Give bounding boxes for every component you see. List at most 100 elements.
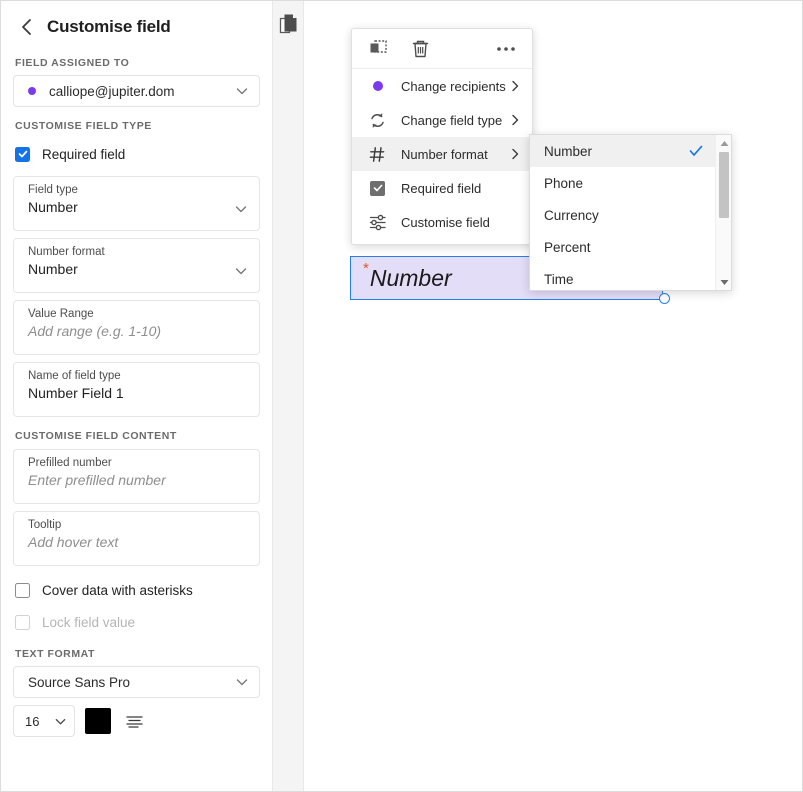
tooltip-control[interactable]: Tooltip Add hover text [13, 511, 260, 566]
lock-field-value-checkbox [15, 615, 30, 630]
text-format-label: TEXT FORMAT [1, 648, 272, 660]
submenu-option-label: Percent [544, 240, 703, 255]
chevron-left-icon [20, 18, 33, 36]
recipient-dot-icon [28, 87, 36, 95]
submenu-option-label: Number [544, 144, 689, 159]
menu-item-label: Required field [401, 181, 521, 196]
submenu-option-percent[interactable]: Percent [530, 231, 715, 263]
menu-item-change-field-type[interactable]: Change field type [352, 103, 532, 137]
menu-item-label: Change field type [401, 113, 509, 128]
field-resize-handle[interactable] [659, 293, 670, 304]
trash-icon [411, 39, 430, 59]
field-type-value: Number [28, 199, 247, 215]
back-button[interactable] [15, 16, 37, 38]
chevron-down-icon[interactable] [234, 202, 248, 216]
sliders-icon [368, 213, 387, 232]
number-format-value: Number [28, 261, 247, 277]
recipient-dot-icon [368, 77, 387, 96]
cover-asterisks-checkbox[interactable] [15, 583, 30, 598]
cover-asterisks-label: Cover data with asterisks [42, 583, 193, 598]
page-title: Customise field [47, 17, 171, 37]
menu-item-change-recipients[interactable]: Change recipients [352, 69, 532, 103]
number-format-control[interactable]: Number format Number [13, 238, 260, 293]
menu-item-customise-field[interactable]: Customise field [352, 205, 532, 239]
duplicate-field-button[interactable] [368, 39, 388, 59]
scroll-down-button[interactable] [716, 275, 732, 289]
check-icon [18, 149, 28, 159]
refresh-icon [368, 111, 387, 130]
submenu-option-label: Currency [544, 208, 703, 223]
number-format-submenu: Number Phone Currency Percent Time [529, 134, 732, 291]
number-format-option-list: Number Phone Currency Percent Time [530, 135, 715, 290]
document-canvas[interactable]: * Number [304, 1, 803, 791]
value-range-label: Value Range [28, 308, 247, 320]
value-range-input[interactable]: Add range (e.g. 1-10) [28, 323, 247, 339]
cover-asterisks-row[interactable]: Cover data with asterisks [1, 575, 272, 605]
number-field-placeholder-text: Number [370, 265, 452, 292]
submenu-option-label: Phone [544, 176, 703, 191]
chevron-down-icon [235, 84, 249, 98]
submenu-option-phone[interactable]: Phone [530, 167, 715, 199]
customise-field-sidebar: Customise field FIELD ASSIGNED TO callio… [1, 1, 273, 791]
name-of-field-type-control[interactable]: Name of field type Number Field 1 [13, 362, 260, 417]
required-field-checkbox-row[interactable]: Required field [1, 139, 272, 169]
lock-field-value-label: Lock field value [42, 615, 135, 630]
font-size-dropdown[interactable]: 16 [13, 705, 75, 737]
menu-item-label: Customise field [401, 215, 521, 230]
menu-item-required-field[interactable]: Required field [352, 171, 532, 205]
submenu-option-time[interactable]: Time [530, 263, 715, 290]
assignee-value: calliope@jupiter.dom [49, 84, 235, 99]
context-menu-toolbar [352, 29, 532, 69]
number-format-label: Number format [28, 246, 247, 258]
prefilled-number-control[interactable]: Prefilled number Enter prefilled number [13, 449, 260, 504]
required-field-label: Required field [42, 147, 125, 162]
checkbox-checked-icon [368, 179, 387, 198]
menu-item-label: Number format [401, 147, 509, 162]
duplicate-pages-button[interactable] [279, 13, 299, 35]
check-icon [373, 183, 383, 193]
customise-field-type-label: CUSTOMISE FIELD TYPE [1, 120, 272, 132]
prefilled-number-input[interactable]: Enter prefilled number [28, 472, 247, 488]
value-range-control[interactable]: Value Range Add range (e.g. 1-10) [13, 300, 260, 355]
text-align-button[interactable] [121, 708, 147, 734]
menu-item-number-format[interactable]: Number format [352, 137, 532, 171]
submenu-option-number[interactable]: Number [530, 135, 715, 167]
submenu-scrollbar[interactable] [715, 135, 731, 290]
triangle-down-icon [720, 279, 729, 286]
font-size-value: 16 [25, 714, 39, 729]
field-assigned-to-label: FIELD ASSIGNED TO [1, 57, 272, 69]
text-align-icon [125, 714, 144, 729]
more-options-button[interactable] [496, 39, 516, 59]
chevron-right-icon [509, 148, 521, 160]
scroll-up-button[interactable] [716, 136, 732, 150]
customise-field-content-label: CUSTOMISE FIELD CONTENT [1, 430, 272, 442]
triangle-up-icon [720, 140, 729, 147]
submenu-option-label: Time [544, 272, 703, 287]
tooltip-input[interactable]: Add hover text [28, 534, 247, 550]
menu-item-label: Change recipients [401, 79, 509, 94]
required-field-checkbox[interactable] [15, 147, 30, 162]
app-window: Customise field FIELD ASSIGNED TO callio… [0, 0, 803, 792]
assignee-dropdown[interactable]: calliope@jupiter.dom [13, 75, 260, 107]
scrollbar-thumb[interactable] [719, 152, 729, 218]
duplicate-pages-icon [279, 13, 299, 35]
check-icon [689, 144, 703, 158]
text-format-controls: 16 [13, 705, 260, 737]
field-type-control[interactable]: Field type Number [13, 176, 260, 231]
hash-icon [368, 145, 387, 164]
font-color-swatch[interactable] [85, 708, 111, 734]
page-thumbnail-gutter [273, 1, 304, 791]
name-of-field-type-input[interactable]: Number Field 1 [28, 385, 247, 401]
submenu-option-currency[interactable]: Currency [530, 199, 715, 231]
delete-field-button[interactable] [410, 39, 430, 59]
font-family-value: Source Sans Pro [28, 675, 235, 690]
chevron-down-icon [54, 715, 67, 728]
chevron-down-icon [235, 675, 249, 689]
tooltip-label: Tooltip [28, 519, 247, 531]
chevron-down-icon[interactable] [234, 264, 248, 278]
duplicate-field-icon [369, 39, 388, 58]
chevron-right-icon [509, 114, 521, 126]
panel-header: Customise field [1, 1, 272, 43]
name-of-field-type-label: Name of field type [28, 370, 247, 382]
font-family-dropdown[interactable]: Source Sans Pro [13, 666, 260, 698]
